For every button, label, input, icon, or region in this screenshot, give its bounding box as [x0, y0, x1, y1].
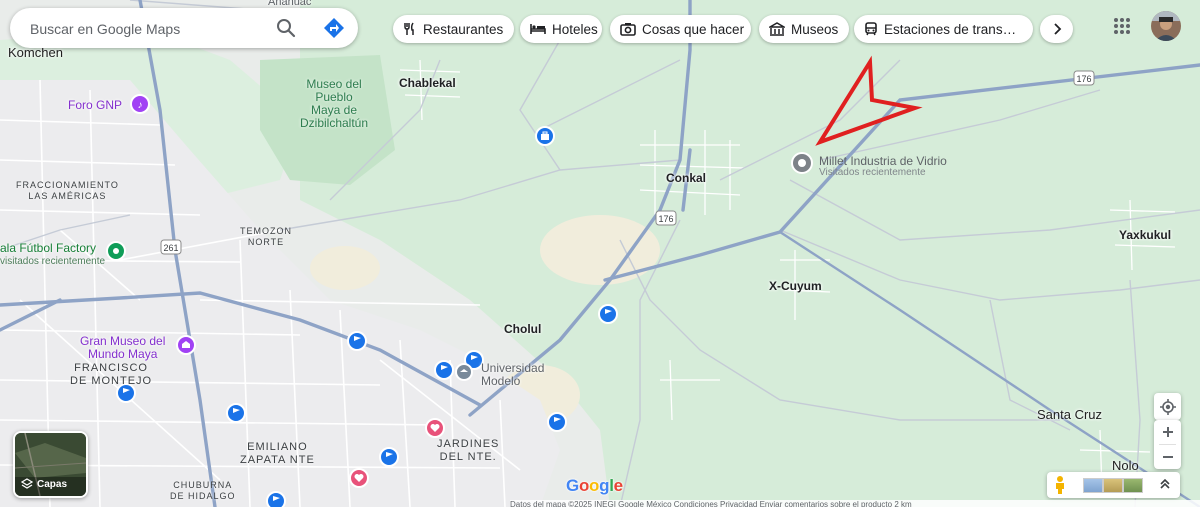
chip-museums[interactable]: Museos	[759, 15, 849, 43]
zoom-controls	[1154, 420, 1181, 469]
transit-pin	[598, 304, 618, 324]
bed-icon	[530, 24, 546, 34]
chip-restaurants[interactable]: Restaurantes	[393, 15, 514, 43]
place-label-chablekal[interactable]: Chablekal	[399, 76, 456, 90]
place-label-foro-gnp[interactable]: Foro GNP	[68, 98, 122, 112]
chip-hotels[interactable]: Hoteles	[520, 15, 602, 43]
saved-pin	[349, 468, 369, 488]
map-canvas[interactable]: 176 176 261 ♪	[0, 0, 1200, 507]
svg-text:176: 176	[1076, 74, 1091, 84]
saved-pin	[425, 418, 445, 438]
layer-thumb-transit[interactable]	[1123, 478, 1143, 493]
logo-letter: g	[599, 476, 610, 495]
zoom-in-button[interactable]	[1154, 420, 1181, 444]
place-label-chuburna[interactable]: CHUBURNA DE HIDALGO	[170, 480, 236, 502]
google-apps-icon[interactable]	[1110, 14, 1134, 38]
search-input[interactable]	[28, 8, 272, 50]
map-tools-strip	[1047, 472, 1180, 498]
place-label-temozon-norte[interactable]: TEMOZON NORTE	[240, 226, 292, 248]
place-label-santa-cruz[interactable]: Santa Cruz	[1037, 407, 1102, 422]
sand-area	[310, 246, 380, 290]
camera-icon	[620, 23, 636, 36]
layers-label-wrap: Capas	[21, 478, 67, 490]
logo-letter: o	[578, 476, 590, 495]
chip-things-to-do[interactable]: Cosas que hacer	[610, 15, 751, 43]
place-label-nolo[interactable]: Nolo	[1112, 458, 1139, 473]
google-logo: Google	[566, 476, 623, 496]
layers-label: Capas	[37, 478, 68, 490]
transit-pin	[547, 412, 567, 432]
place-label-museo-pueblo-maya[interactable]: Museo del Pueblo Maya de Dzibilchaltún	[300, 78, 368, 130]
layers-icon	[21, 478, 33, 489]
place-label-anahuac[interactable]: Anáhuac	[268, 0, 311, 8]
chips-next-button[interactable]	[1040, 15, 1073, 43]
place-label-emiliano-zapata[interactable]: EMILIANO ZAPATA NTE	[240, 441, 315, 467]
fork-knife-icon	[404, 22, 414, 35]
sand-area	[540, 215, 660, 285]
place-label-cholul[interactable]: Cholul	[504, 322, 541, 336]
highway-shield: 261	[160, 239, 182, 255]
marked-place-subtitle: Visitados recientemente	[819, 167, 926, 178]
avatar[interactable]	[1151, 11, 1181, 41]
svg-text:♪: ♪	[138, 100, 143, 111]
logo-letter: G	[566, 476, 579, 495]
place-label-gran-museo[interactable]: Gran Museo del Mundo Maya	[80, 335, 165, 361]
transit-pin	[347, 331, 367, 351]
transit-pin	[226, 403, 246, 423]
place-label-universidad-modelo[interactable]: Universidad Modelo	[481, 362, 544, 388]
place-label-yaxkukul[interactable]: Yaxkukul	[1119, 228, 1171, 242]
search-box	[10, 8, 358, 50]
location-target-icon	[1159, 398, 1176, 415]
layer-thumb-terrain[interactable]	[1083, 478, 1103, 493]
chip-transit-stations[interactable]: Estaciones de trans…	[854, 15, 1033, 43]
place-label-jardines-del-nte[interactable]: JARDINES DEL NTE.	[437, 438, 499, 464]
plus-icon	[1162, 427, 1173, 437]
layer-thumb-traffic[interactable]	[1103, 478, 1123, 493]
transit-pin	[266, 491, 286, 507]
briefcase-pin	[535, 126, 555, 146]
marked-place-title[interactable]: Millet Industria de Vidrio	[819, 154, 947, 168]
place-label-futbol-factory[interactable]: ala Fútbol Factory	[0, 241, 96, 255]
chevron-right-icon	[1053, 23, 1061, 35]
svg-text:261: 261	[163, 243, 178, 253]
directions-icon[interactable]	[322, 16, 346, 40]
museum-icon	[769, 22, 785, 36]
expand-icon[interactable]	[1159, 477, 1171, 496]
university-pin	[455, 363, 473, 381]
attribution-footer[interactable]: Datos del mapa ©2025 INEGI Google México…	[510, 500, 1200, 507]
place-label-futbol-factory-subtitle: visitados recientemente	[0, 256, 106, 267]
place-label-x-cuyum[interactable]: X-Cuyum	[769, 279, 822, 293]
highway-shield: 176	[1073, 70, 1095, 86]
marked-place-pin	[791, 152, 813, 174]
my-location-button[interactable]	[1154, 393, 1181, 420]
zoom-out-button[interactable]	[1154, 445, 1181, 469]
search-icon[interactable]	[274, 16, 298, 40]
logo-letter: e	[613, 476, 623, 495]
logo-letter: o	[589, 476, 600, 495]
place-label-conkal[interactable]: Conkal	[666, 171, 706, 185]
svg-text:176: 176	[658, 214, 673, 224]
highway-shield: 176	[655, 210, 677, 226]
sports-pin	[106, 241, 126, 261]
museum-pin	[176, 335, 196, 355]
place-label-francisco-montejo[interactable]: FRANCISCO DE MONTEJO	[70, 362, 152, 388]
transit-pin	[434, 360, 454, 380]
transit-pin	[379, 447, 399, 467]
pegman-icon[interactable]	[1053, 475, 1067, 500]
minus-icon	[1162, 456, 1173, 458]
layers-button[interactable]: Capas	[13, 431, 88, 498]
train-icon	[865, 22, 877, 36]
music-venue-pin: ♪	[130, 94, 150, 114]
place-label-fracc-americas[interactable]: FRACCIONAMIENTO LAS AMÉRICAS	[16, 180, 119, 202]
